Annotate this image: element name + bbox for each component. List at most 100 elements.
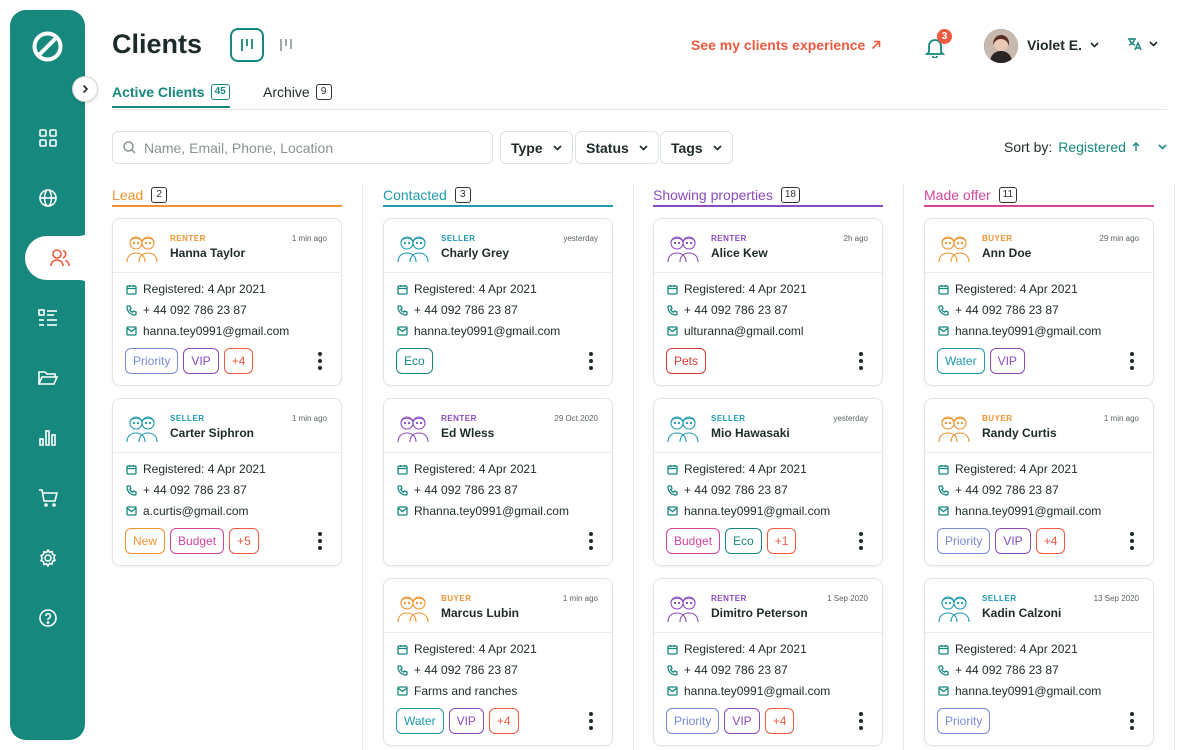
more-options-icon[interactable] (858, 712, 864, 730)
tag-list: Priority VIP +4 (125, 348, 254, 374)
sidebar-item-dashboard[interactable] (10, 116, 85, 160)
tag-chip[interactable]: +1 (766, 528, 797, 554)
tag-chip[interactable]: +4 (764, 708, 795, 734)
tag-chip[interactable]: Water (937, 348, 985, 374)
tag-chip[interactable]: Priority (937, 708, 991, 734)
client-card[interactable]: RENTER Ed Wless 29 Oct 2020 Registered: 4 A… (383, 398, 613, 566)
card-timestamp: 1 min ago (291, 414, 327, 423)
tag-chip[interactable]: Budget (170, 528, 225, 554)
tab-active-clients[interactable]: Active Clients 45 (112, 84, 230, 108)
client-card[interactable]: BUYER Randy Curtis 1 min ago Registered: 4 … (924, 398, 1154, 566)
tag-chip[interactable]: +4 (488, 708, 519, 734)
client-phone: + 44 092 786 23 87 (397, 303, 518, 317)
tag-chip[interactable]: VIP (183, 348, 219, 374)
tag-chip[interactable]: Eco (396, 348, 433, 374)
tag-chip[interactable]: New (125, 528, 166, 554)
tag-chip[interactable]: Priority (666, 708, 720, 734)
sidebar-item-clients[interactable] (25, 236, 95, 280)
client-email-text: ulturanna@gmail.coml (684, 324, 804, 338)
client-card[interactable]: SELLER Charly Grey yesterday Registered: 4 … (383, 218, 613, 386)
list-view-button[interactable] (269, 28, 303, 62)
tag-chip[interactable]: Priority (937, 528, 991, 554)
client-card[interactable]: SELLER Kadin Calzoni 13 Sep 2020 Registered… (924, 578, 1154, 746)
user-photo (984, 29, 1018, 63)
client-name: Carter Siphron (170, 426, 255, 440)
column-divider (633, 184, 634, 750)
client-phone-text: + 44 092 786 23 87 (684, 483, 788, 497)
experience-link[interactable]: See my clients experience (691, 37, 881, 53)
sidebar-item-settings[interactable] (10, 536, 85, 580)
user-menu[interactable]: Violet E. (1027, 37, 1099, 53)
tag-chip[interactable]: +4 (1035, 528, 1066, 554)
more-options-icon[interactable] (588, 712, 594, 730)
tag-list: Pets (666, 348, 707, 374)
tag-chip[interactable]: Water (396, 708, 444, 734)
logo-icon[interactable] (31, 30, 64, 63)
search-input[interactable] (144, 139, 464, 156)
phone-icon (938, 304, 949, 316)
kanban-view-button[interactable] (230, 28, 264, 62)
sidebar-item-list[interactable] (10, 296, 85, 340)
tab-label: Archive (263, 84, 310, 100)
more-options-icon[interactable] (1129, 352, 1135, 370)
client-role: SELLER (711, 414, 746, 423)
sidebar-item-cart[interactable] (10, 476, 85, 520)
client-phone-text: + 44 092 786 23 87 (414, 483, 518, 497)
client-card[interactable]: SELLER Carter Siphron 1 min ago Registered:… (112, 398, 342, 566)
tag-chip[interactable]: Eco (725, 528, 762, 554)
calendar-icon (667, 284, 678, 295)
sidebar-collapse-button[interactable] (72, 76, 98, 102)
client-card[interactable]: SELLER Mio Hawasaki yesterday Registered: 4… (653, 398, 883, 566)
sidebar-item-help[interactable] (10, 596, 85, 640)
tag-chip[interactable]: VIP (448, 708, 484, 734)
registered-date-text: Registered: 4 Apr 2021 (955, 462, 1078, 476)
more-options-icon[interactable] (317, 532, 323, 550)
sidebar-item-globe[interactable] (10, 176, 85, 220)
tag-chip[interactable]: +4 (223, 348, 254, 374)
column-divider (362, 184, 363, 750)
client-name: Ed Wless (441, 426, 495, 440)
client-phone-text: + 44 092 786 23 87 (143, 483, 247, 497)
client-email: hanna.tey0991@gmail.com (667, 684, 830, 698)
more-options-icon[interactable] (1129, 712, 1135, 730)
tag-chip[interactable]: Priority (125, 348, 179, 374)
client-card[interactable]: BUYER Marcus Lubin 1 min ago Registered: 4 … (383, 578, 613, 746)
client-card[interactable]: RENTER Dimitro Peterson 1 Sep 2020 Register… (653, 578, 883, 746)
sort-control[interactable]: Sort by: Registered (1004, 139, 1167, 155)
calendar-icon (397, 644, 408, 655)
status-filter[interactable]: Status (575, 131, 659, 164)
avatar[interactable] (984, 29, 1018, 63)
tag-chip[interactable]: +5 (229, 528, 259, 554)
mail-icon (397, 506, 408, 516)
list-icon (37, 309, 57, 326)
more-options-icon[interactable] (1129, 532, 1135, 550)
tab-archive[interactable]: Archive 9 (263, 84, 332, 100)
tags-filter[interactable]: Tags (660, 131, 733, 164)
tag-chip[interactable]: VIP (724, 708, 760, 734)
calendar-icon (667, 464, 678, 475)
more-options-icon[interactable] (588, 532, 594, 550)
tag-chip[interactable]: VIP (989, 348, 1025, 374)
registered-date-text: Registered: 4 Apr 2021 (684, 642, 807, 656)
client-card[interactable]: RENTER Hanna Taylor 1 min ago Registered: 4… (112, 218, 342, 386)
tag-chip[interactable]: Budget (666, 528, 721, 554)
more-options-icon[interactable] (588, 352, 594, 370)
client-role: BUYER (982, 414, 1013, 423)
registered-date: Registered: 4 Apr 2021 (938, 462, 1078, 476)
more-options-icon[interactable] (858, 352, 864, 370)
phone-icon (667, 664, 678, 676)
more-options-icon[interactable] (317, 352, 323, 370)
tab-label: Active Clients (112, 84, 205, 100)
type-filter[interactable]: Type (500, 131, 573, 164)
sidebar-item-analytics[interactable] (10, 416, 85, 460)
client-card[interactable]: BUYER Ann Doe 29 min ago Registered: 4 Apr … (924, 218, 1154, 386)
tag-chip[interactable]: VIP (995, 528, 1031, 554)
tag-list: Budget Eco +1 (666, 528, 797, 554)
client-email: hanna.tey0991@gmail.com (667, 504, 830, 518)
language-selector[interactable] (1127, 37, 1158, 51)
sidebar-item-folder[interactable] (10, 356, 85, 400)
mail-icon (938, 326, 949, 336)
client-card[interactable]: RENTER Alice Kew 2h ago Registered: 4 Apr 2… (653, 218, 883, 386)
tag-chip[interactable]: Pets (666, 348, 707, 374)
more-options-icon[interactable] (858, 532, 864, 550)
